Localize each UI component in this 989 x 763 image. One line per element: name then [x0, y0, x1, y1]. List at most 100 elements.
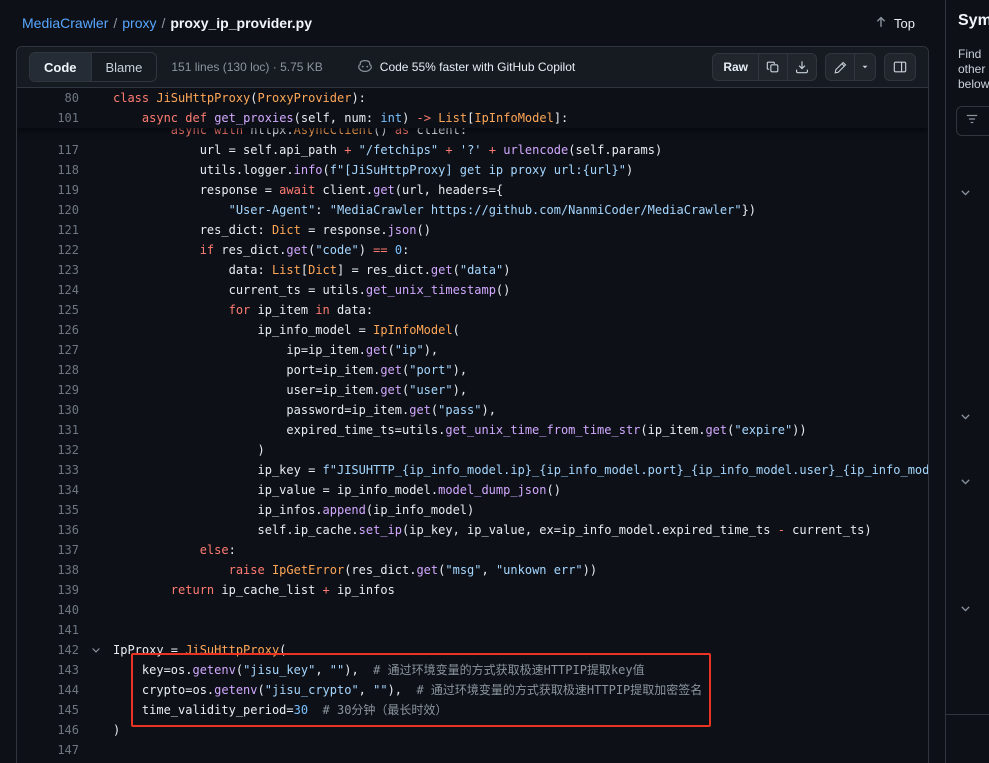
line-number[interactable]: 141: [17, 620, 79, 640]
gutter-spacer: [79, 360, 113, 380]
edit-button-group: [825, 53, 876, 81]
code-text: port=ip_item.get("port"),: [113, 360, 928, 380]
line-number[interactable]: 137: [17, 540, 79, 560]
code-text: return ip_cache_list + ip_infos: [113, 580, 928, 600]
file-info: 151 lines (130 loc) · 5.75 KB: [171, 60, 322, 74]
code-text: [113, 740, 928, 760]
code-text: time_validity_period=30 # 30分钟（最长时效）: [113, 700, 928, 720]
gutter: 129: [17, 380, 113, 400]
collapse-chevron-icon[interactable]: [79, 640, 113, 660]
code-text: expired_time_ts=utils.get_unix_time_from…: [113, 420, 928, 440]
chevron-down-icon[interactable]: [959, 602, 972, 620]
line-number[interactable]: 126: [17, 320, 79, 340]
tab-code[interactable]: Code: [30, 53, 92, 81]
raw-button[interactable]: Raw: [712, 53, 759, 81]
line-number[interactable]: 135: [17, 500, 79, 520]
copy-icon[interactable]: [758, 53, 788, 81]
line-number[interactable]: 120: [17, 200, 79, 220]
code-text: utils.logger.info(f"[JiSuHttpProxy] get …: [113, 160, 928, 180]
symbols-panel-icon[interactable]: [884, 53, 916, 81]
gutter-spacer: [79, 700, 113, 720]
symbols-filter-input[interactable]: [956, 106, 989, 136]
chevron-down-icon[interactable]: [959, 186, 972, 204]
chevron-down-icon[interactable]: [959, 410, 972, 428]
code-text: self.ip_cache.set_ip(ip_key, ip_value, e…: [113, 520, 928, 540]
line-number[interactable]: 143: [17, 660, 79, 680]
line-number[interactable]: 118: [17, 160, 79, 180]
code-text: [113, 600, 928, 620]
code-text: res_dict: Dict = response.json(): [113, 220, 928, 240]
code-line-130: 130 password=ip_item.get("pass"),: [17, 400, 928, 420]
gutter-spacer: [79, 380, 113, 400]
code-line-142: 142IpProxy = JiSuHttpProxy(: [17, 640, 928, 660]
code-line-143: 143 key=os.getenv("jisu_key", ""), # 通过环…: [17, 660, 928, 680]
gutter: 119: [17, 180, 113, 200]
code-text: "User-Agent": "MediaCrawler https://gith…: [113, 200, 928, 220]
line-number[interactable]: 127: [17, 340, 79, 360]
code-line-146: 146): [17, 720, 928, 740]
download-icon[interactable]: [787, 53, 817, 81]
gutter-spacer: [79, 88, 113, 108]
line-number[interactable]: 80: [17, 88, 79, 108]
edit-pencil-icon[interactable]: [825, 53, 855, 81]
file-header: Code Blame 151 lines (130 loc) · 5.75 KB…: [17, 47, 928, 88]
gutter: 134: [17, 480, 113, 500]
line-number[interactable]: 146: [17, 720, 79, 740]
scroll-to-top-button[interactable]: Top: [866, 11, 923, 36]
code-text: crypto=os.getenv("jisu_crypto", ""), # 通…: [113, 680, 928, 700]
line-number[interactable]: 119: [17, 180, 79, 200]
line-number[interactable]: 130: [17, 400, 79, 420]
edit-dropdown-caret-icon[interactable]: [854, 53, 876, 81]
breadcrumb-folder-link[interactable]: proxy: [122, 15, 156, 31]
line-number[interactable]: 144: [17, 680, 79, 700]
symbols-panel-divider: [946, 714, 989, 715]
line-number[interactable]: 121: [17, 220, 79, 240]
breadcrumb-repo-link[interactable]: MediaCrawler: [22, 15, 108, 31]
gutter-spacer: [79, 108, 113, 128]
line-number[interactable]: 145: [17, 700, 79, 720]
code-line-127: 127 ip=ip_item.get("ip"),: [17, 340, 928, 360]
line-number[interactable]: 132: [17, 440, 79, 460]
code-line-118: 118 utils.logger.info(f"[JiSuHttpProxy] …: [17, 160, 928, 180]
code-line-122: 122 if res_dict.get("code") == 0:: [17, 240, 928, 260]
gutter: 125: [17, 300, 113, 320]
line-number[interactable]: 139: [17, 580, 79, 600]
line-number[interactable]: 140: [17, 600, 79, 620]
tab-blame[interactable]: Blame: [92, 53, 157, 81]
line-number[interactable]: 134: [17, 480, 79, 500]
symbols-panel-description: Find other below: [958, 47, 989, 92]
line-number[interactable]: 147: [17, 740, 79, 760]
line-number[interactable]: 131: [17, 420, 79, 440]
code-line-136: 136 self.ip_cache.set_ip(ip_key, ip_valu…: [17, 520, 928, 540]
code-text: ip=ip_item.get("ip"),: [113, 340, 928, 360]
copilot-banner[interactable]: Code 55% faster with GitHub Copilot: [357, 58, 575, 77]
code-blame-toggle: Code Blame: [29, 52, 157, 82]
line-number[interactable]: 138: [17, 560, 79, 580]
line-number[interactable]: 142: [17, 640, 79, 660]
gutter-spacer: [79, 620, 113, 640]
line-number[interactable]: 117: [17, 140, 79, 160]
line-number[interactable]: 128: [17, 360, 79, 380]
line-number[interactable]: 129: [17, 380, 79, 400]
gutter-spacer: [79, 160, 113, 180]
gutter: 132: [17, 440, 113, 460]
line-number[interactable]: 101: [17, 108, 79, 128]
header-actions: Raw: [712, 53, 916, 81]
line-number[interactable]: 125: [17, 300, 79, 320]
code-text: data: List[Dict] = res_dict.get("data"): [113, 260, 928, 280]
sticky-code-lines: 80class JiSuHttpProxy(ProxyProvider):101…: [17, 88, 928, 128]
code-line-123: 123 data: List[Dict] = res_dict.get("dat…: [17, 260, 928, 280]
chevron-down-icon[interactable]: [959, 475, 972, 493]
gutter: 130: [17, 400, 113, 420]
code-text: ): [113, 440, 928, 460]
gutter-spacer: [79, 280, 113, 300]
line-number[interactable]: 124: [17, 280, 79, 300]
line-number[interactable]: [17, 128, 79, 140]
line-number[interactable]: 133: [17, 460, 79, 480]
gutter: 117: [17, 140, 113, 160]
gutter: 118: [17, 160, 113, 180]
breadcrumb: MediaCrawler / proxy / proxy_ip_provider…: [22, 15, 312, 31]
line-number[interactable]: 122: [17, 240, 79, 260]
line-number[interactable]: 136: [17, 520, 79, 540]
line-number[interactable]: 123: [17, 260, 79, 280]
